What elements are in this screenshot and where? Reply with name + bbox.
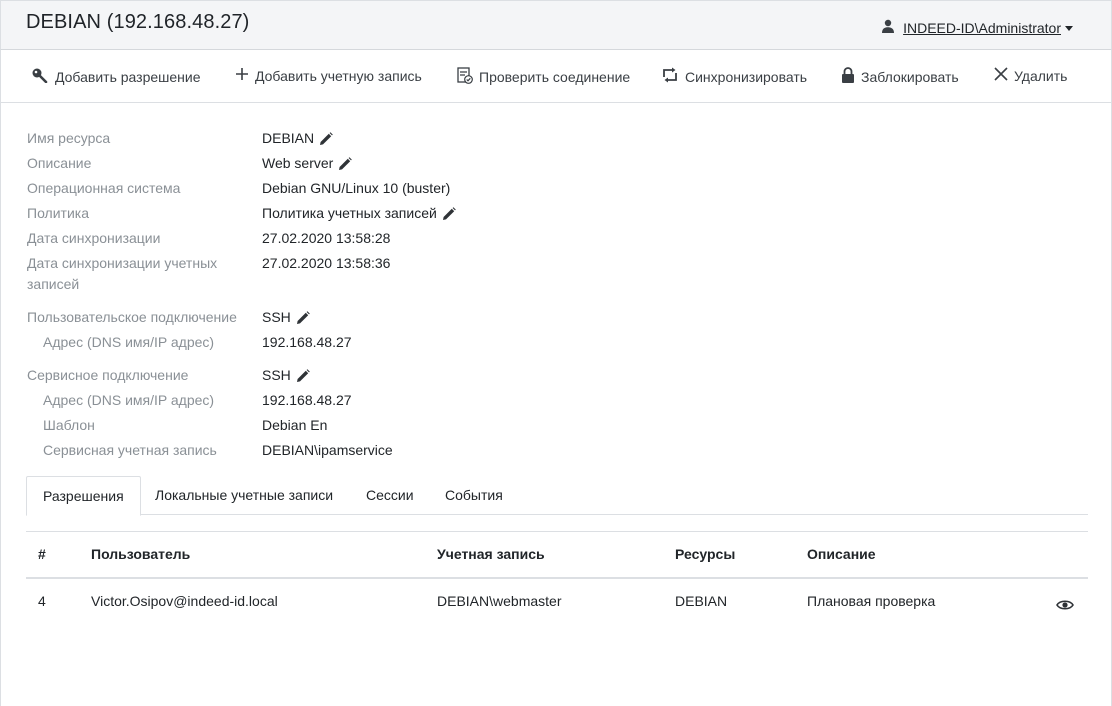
check-connection-label: Проверить соединение	[479, 69, 631, 85]
service-connection-value: SSH	[262, 365, 310, 386]
page-header: DEBIAN (192.168.48.27) INDEED-ID\Adminis…	[0, 0, 1112, 50]
user-address-value: 192.168.48.27	[262, 334, 352, 350]
service-address-value: 192.168.48.27	[262, 392, 352, 408]
plus-icon	[235, 67, 255, 84]
resource-name-text: DEBIAN	[262, 130, 315, 146]
policy-text: Политика учетных записей	[262, 205, 437, 221]
toolbar: Добавить разрешение Добавить учетную зап…	[0, 50, 1112, 103]
edit-service-connection-pencil-icon[interactable]	[296, 368, 310, 383]
table-top-divider	[26, 531, 1088, 532]
column-header-resources[interactable]: Ресурсы	[675, 546, 735, 562]
delete-label: Удалить	[1014, 67, 1068, 84]
policy-label: Политика	[27, 205, 89, 221]
lock-icon	[841, 67, 861, 86]
row-number-cell: 4	[38, 593, 46, 609]
service-account-label: Сервисная учетная запись	[43, 442, 217, 458]
add-permission-button[interactable]: Добавить разрешение	[31, 67, 201, 86]
close-icon	[994, 67, 1014, 84]
add-permission-label: Добавить разрешение	[55, 68, 201, 85]
service-connection-label: Сервисное подключение	[27, 367, 189, 383]
description-value: Web server	[262, 153, 353, 174]
sync-date-value: 27.02.2020 13:58:28	[262, 230, 391, 246]
check-connection-button[interactable]: Проверить соединение	[457, 67, 630, 87]
description-label: Описание	[27, 155, 92, 171]
user-menu[interactable]: INDEED-ID\Administrator	[881, 19, 1073, 36]
lock-label: Заблокировать	[861, 68, 959, 85]
account-sync-date-label-line2: записей	[27, 276, 80, 292]
synchronize-button[interactable]: Синхронизировать	[661, 67, 807, 86]
delete-button[interactable]: Удалить	[994, 67, 1067, 84]
user-connection-text: SSH	[262, 309, 291, 325]
os-label: Операционная система	[27, 180, 181, 196]
template-value: Debian En	[262, 417, 328, 433]
page-title: DEBIAN (192.168.48.27)	[26, 11, 250, 33]
row-user-cell: Victor.Osipov@indeed-id.local	[91, 593, 278, 609]
add-account-label: Добавить учетную запись	[255, 67, 422, 84]
account-sync-date-label-line1: Дата синхронизации учетных	[27, 255, 218, 271]
service-connection-text: SSH	[262, 367, 291, 383]
user-address-label: Адрес (DNS имя/IP адрес)	[43, 334, 215, 350]
user-connection-label: Пользовательское подключение	[27, 309, 237, 325]
service-account-value: DEBIAN\ipamservice	[262, 442, 393, 458]
account-sync-date-value: 27.02.2020 13:58:36	[262, 255, 391, 271]
user-name-link[interactable]: INDEED-ID\Administrator	[903, 20, 1061, 36]
user-icon	[881, 19, 895, 36]
column-header-account[interactable]: Учетная запись	[437, 546, 545, 562]
service-address-label: Адрес (DNS имя/IP адрес)	[43, 392, 215, 408]
os-value: Debian GNU/Linux 10 (buster)	[262, 180, 451, 196]
lock-button[interactable]: Заблокировать	[841, 67, 959, 86]
column-header-number: #	[38, 546, 46, 562]
row-resources-cell: DEBIAN	[675, 593, 728, 609]
policy-value: Политика учетных записей	[262, 203, 456, 224]
resource-details: Имя ресурса DEBIAN Описание Web server О…	[0, 103, 1112, 706]
edit-description-pencil-icon[interactable]	[338, 156, 353, 171]
synchronize-label: Синхронизировать	[685, 68, 808, 85]
chevron-down-icon	[1065, 25, 1073, 31]
edit-user-connection-pencil-icon[interactable]	[296, 310, 310, 325]
resource-name-label: Имя ресурса	[27, 130, 111, 146]
row-description-cell: Плановая проверка	[807, 593, 936, 609]
key-icon	[31, 67, 55, 86]
column-header-description[interactable]: Описание	[807, 546, 876, 562]
column-header-user[interactable]: Пользователь	[91, 546, 190, 562]
edit-resource-name-pencil-icon[interactable]	[319, 131, 333, 146]
user-connection-value: SSH	[262, 307, 310, 328]
sync-icon	[661, 67, 685, 86]
resource-name-value: DEBIAN	[262, 128, 333, 149]
template-label: Шаблон	[43, 417, 95, 433]
tab-events[interactable]: События	[429, 476, 519, 516]
sync-date-label: Дата синхронизации	[27, 230, 161, 246]
eye-icon[interactable]	[1056, 598, 1074, 614]
edit-policy-pencil-icon[interactable]	[442, 206, 456, 221]
tab-permissions[interactable]: Разрешения	[26, 476, 141, 516]
row-account-cell: DEBIAN\webmaster	[437, 593, 562, 609]
check-connection-icon	[457, 67, 479, 87]
tab-local-accounts[interactable]: Локальные учетные записи	[139, 476, 349, 516]
add-account-button[interactable]: Добавить учетную запись	[235, 67, 422, 84]
tab-sessions[interactable]: Сессии	[350, 476, 430, 516]
description-text: Web server	[262, 155, 334, 171]
tab-bar: Разрешения Локальные учетные записи Сесс…	[26, 476, 1088, 516]
